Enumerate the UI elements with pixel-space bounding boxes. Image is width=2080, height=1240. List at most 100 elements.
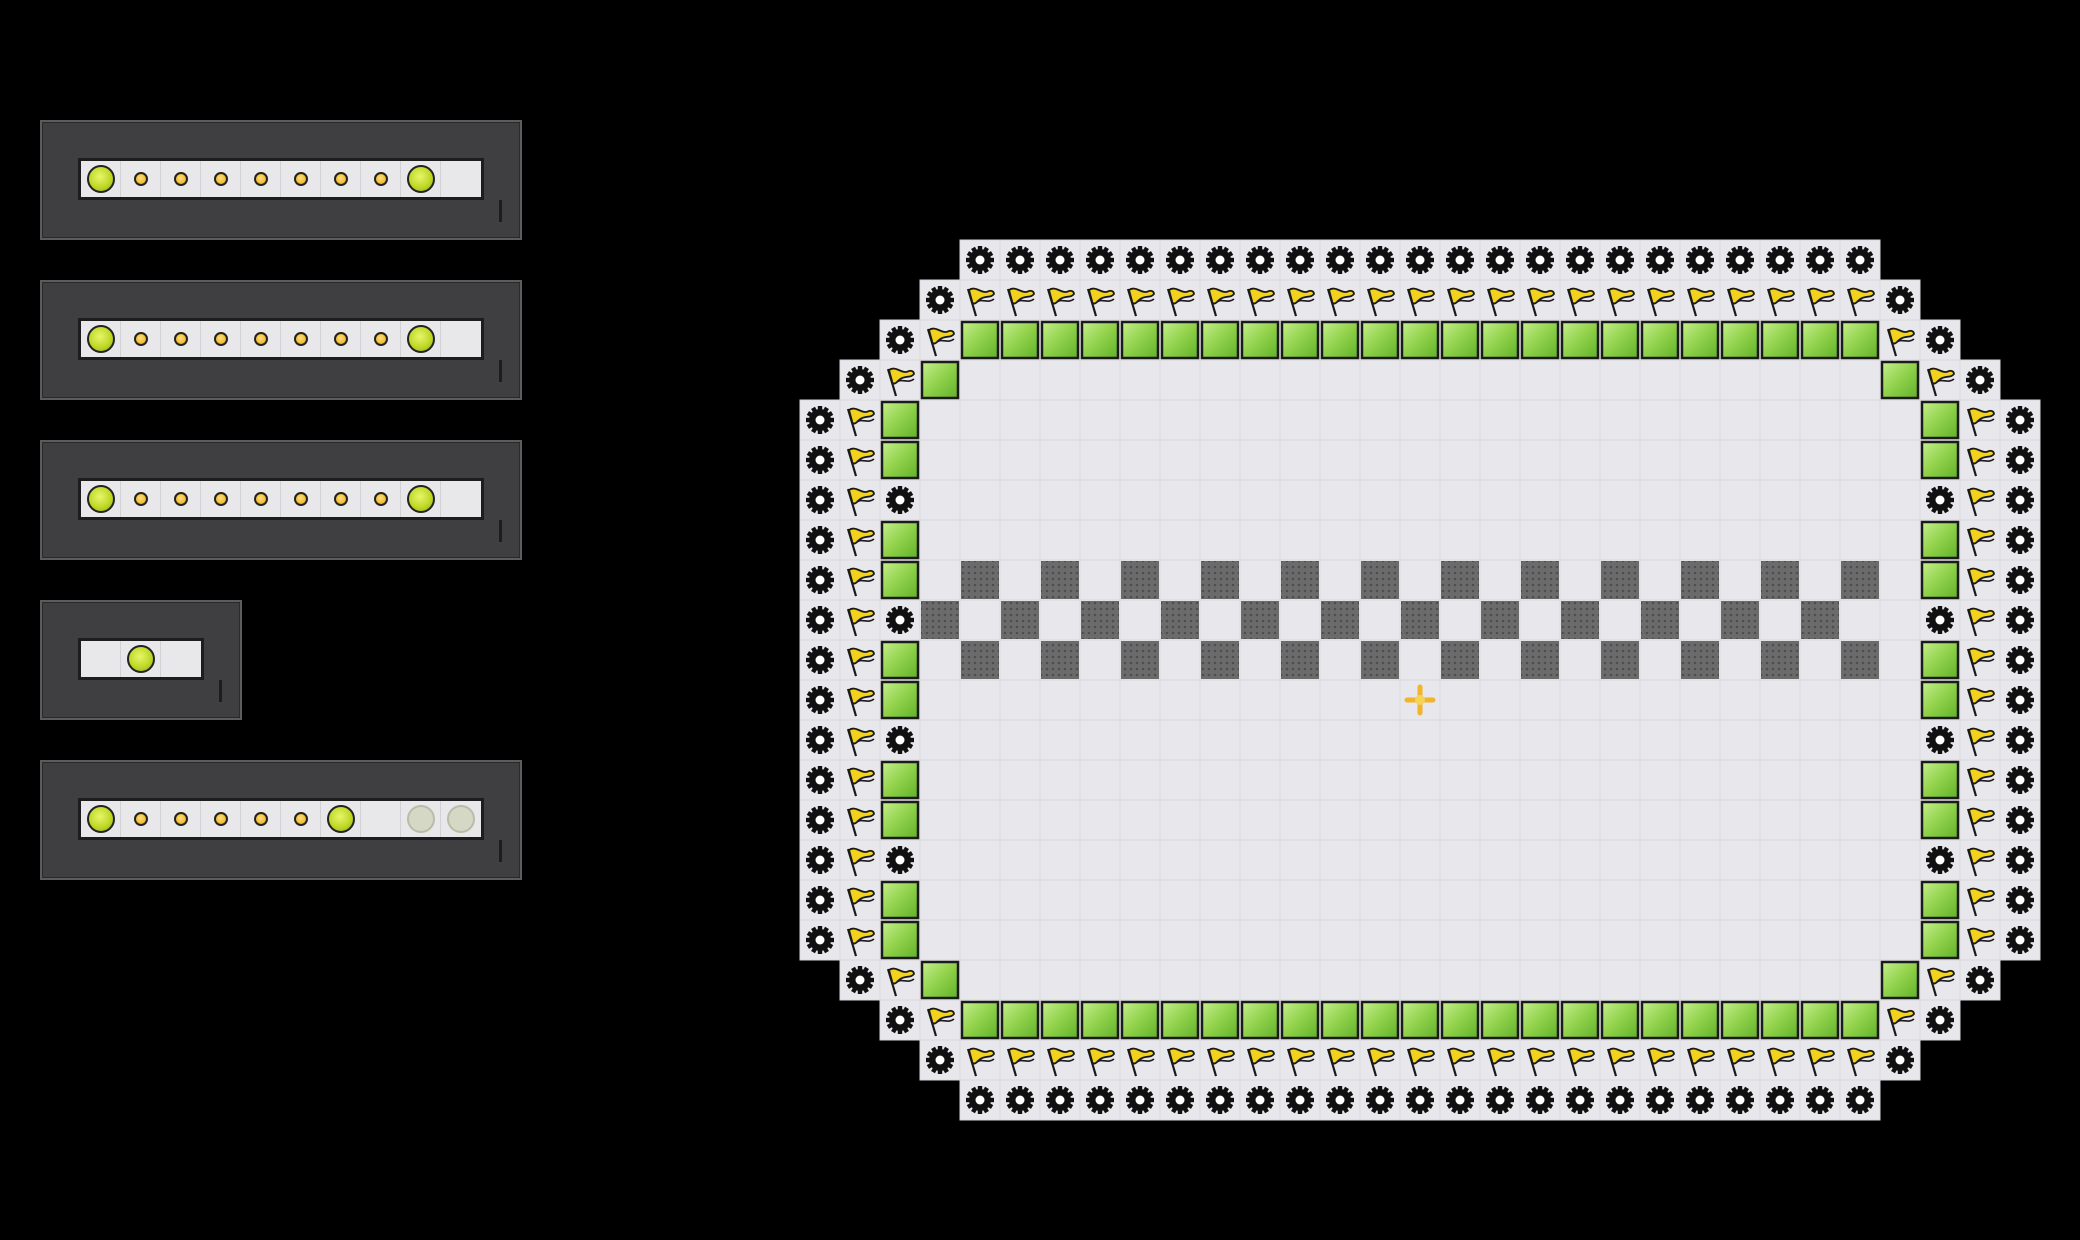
- floor-tile: [1559, 919, 1601, 961]
- green-block-icon: [1440, 320, 1480, 360]
- floor-tile: [1519, 679, 1561, 721]
- grey-stone-icon: [1601, 561, 1639, 599]
- floor-tile: [1519, 359, 1561, 401]
- floor-tile: [1839, 839, 1881, 881]
- floor-tile: [1159, 719, 1201, 761]
- floor-tile: [1639, 519, 1681, 561]
- floor-tile: [1039, 719, 1081, 761]
- floor-tile: [1199, 759, 1241, 801]
- floor-tile: [1119, 799, 1161, 841]
- floor-tile: [1719, 759, 1761, 801]
- grey-stone-icon: [1281, 561, 1319, 599]
- floor-tile: [1439, 439, 1481, 481]
- floor-tile: [1519, 479, 1561, 521]
- grey-stone-icon: [1681, 561, 1719, 599]
- floor-tile: [1159, 399, 1201, 441]
- floor-tile: [1839, 599, 1881, 641]
- green-block-icon: [1840, 1000, 1880, 1040]
- floor-tile: [1159, 359, 1201, 401]
- green-block-icon: [1920, 920, 1960, 960]
- floor-tile: [1679, 879, 1721, 921]
- floor-tile: [999, 399, 1041, 441]
- floor-tile: [1759, 439, 1801, 481]
- floor-tile: [1399, 439, 1441, 481]
- floor-tile: [1319, 679, 1361, 721]
- floor-tile: [1799, 919, 1841, 961]
- floor-tile: [1559, 759, 1601, 801]
- green-block-icon: [1160, 1000, 1200, 1040]
- floor-tile: [1399, 719, 1441, 761]
- floor-tile: [1879, 559, 1921, 601]
- grey-stone-icon: [1001, 601, 1039, 639]
- green-block-icon: [1080, 1000, 1120, 1040]
- floor-tile: [1639, 959, 1681, 1001]
- floor-tile: [1159, 839, 1201, 881]
- floor-tile: [1559, 479, 1601, 521]
- floor-tile: [1719, 399, 1761, 441]
- green-block-icon: [1840, 320, 1880, 360]
- floor-tile: [1199, 959, 1241, 1001]
- floor-tile: [1319, 839, 1361, 881]
- floor-tile: [1839, 919, 1881, 961]
- floor-tile: [999, 839, 1041, 881]
- floor-tile: [1039, 479, 1081, 521]
- floor-tile: [1159, 639, 1201, 681]
- floor-tile: [919, 759, 961, 801]
- floor-tile: [1039, 399, 1081, 441]
- floor-tile: [1359, 879, 1401, 921]
- floor-tile: [1839, 799, 1881, 841]
- floor-tile: [1319, 759, 1361, 801]
- floor-tile: [1559, 559, 1601, 601]
- floor-tile: [1039, 439, 1081, 481]
- floor-tile: [1319, 879, 1361, 921]
- grey-stone-icon: [1721, 601, 1759, 639]
- floor-tile: [1479, 839, 1521, 881]
- floor-tile: [959, 599, 1001, 641]
- floor-tile: [1519, 959, 1561, 1001]
- floor-tile: [1119, 599, 1161, 641]
- floor-tile: [1719, 919, 1761, 961]
- floor-tile: [1399, 359, 1441, 401]
- green-block-icon: [1280, 320, 1320, 360]
- floor-tile: [1399, 559, 1441, 601]
- floor-tile: [1399, 639, 1441, 681]
- grey-stone-icon: [1841, 561, 1879, 599]
- floor-tile: [1799, 759, 1841, 801]
- floor-tile: [1839, 879, 1881, 921]
- green-block-icon: [1920, 760, 1960, 800]
- green-block-icon: [920, 360, 960, 400]
- green-block-icon: [880, 640, 920, 680]
- floor-tile: [1639, 679, 1681, 721]
- floor-tile: [1079, 799, 1121, 841]
- floor-tile: [1239, 559, 1281, 601]
- floor-tile: [1679, 519, 1721, 561]
- green-block-icon: [1560, 1000, 1600, 1040]
- floor-tile: [1599, 439, 1641, 481]
- floor-tile: [1079, 839, 1121, 881]
- floor-tile: [1599, 839, 1641, 881]
- green-block-icon: [1440, 1000, 1480, 1040]
- floor-tile: [1799, 559, 1841, 601]
- floor-tile: [959, 879, 1001, 921]
- floor-tile: [1119, 959, 1161, 1001]
- floor-tile: [1719, 879, 1761, 921]
- floor-tile: [1239, 519, 1281, 561]
- floor-tile: [1479, 879, 1521, 921]
- floor-tile: [1879, 399, 1921, 441]
- floor-tile: [919, 879, 961, 921]
- floor-tile: [1039, 839, 1081, 881]
- floor-tile: [1679, 679, 1721, 721]
- floor-tile: [1119, 479, 1161, 521]
- floor-tile: [1879, 639, 1921, 681]
- green-block-icon: [1920, 400, 1960, 440]
- floor-tile: [1679, 799, 1721, 841]
- floor-tile: [999, 759, 1041, 801]
- green-block-icon: [1600, 1000, 1640, 1040]
- floor-tile: [1239, 679, 1281, 721]
- floor-tile: [1079, 879, 1121, 921]
- floor-tile: [1319, 639, 1361, 681]
- green-block-icon: [1480, 1000, 1520, 1040]
- floor-tile: [1119, 399, 1161, 441]
- floor-tile: [1679, 959, 1721, 1001]
- floor-tile: [1759, 919, 1801, 961]
